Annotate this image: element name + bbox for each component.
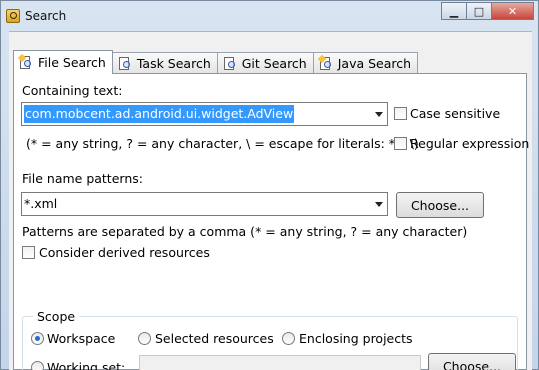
java-search-icon [317, 54, 334, 72]
scope-group: Scope Workspace Selected resources Enclo… [22, 309, 518, 370]
containing-text-hint: (* = any string, ? = any character, \ = … [26, 136, 419, 151]
tab-git-search[interactable]: Git Search [216, 52, 314, 74]
working-set-radio[interactable] [31, 361, 44, 370]
consider-derived-label: Consider derived resources [39, 245, 210, 260]
title-bar: Search ▁ □ ✕ [1, 1, 538, 31]
file-name-patterns-value: *.xml [24, 196, 58, 211]
chevron-down-icon[interactable] [375, 202, 383, 207]
search-dialog: Search ▁ □ ✕ File Search Task Search Git… [0, 0, 539, 370]
git-search-icon [222, 56, 238, 72]
file-search-panel: Containing text: com.mobcent.ad.android.… [13, 73, 530, 370]
window-controls: ▁ □ ✕ [441, 2, 534, 22]
task-search-icon [117, 56, 133, 72]
file-name-patterns-label: File name patterns: [22, 171, 143, 186]
tab-label: Java Search [337, 56, 412, 71]
containing-text-label: Containing text: [22, 83, 123, 98]
case-sensitive-checkbox[interactable] [394, 107, 407, 120]
working-set-label: Working set: [47, 360, 126, 370]
workspace-label: Workspace [47, 331, 116, 346]
minimize-button[interactable]: ▁ [441, 2, 467, 20]
tab-java-search[interactable]: Java Search [312, 52, 419, 74]
containing-text-value: com.mobcent.ad.android.ui.widget.AdView [24, 105, 295, 123]
containing-text-combo[interactable]: com.mobcent.ad.android.ui.widget.AdView [21, 102, 388, 126]
chevron-down-icon[interactable] [375, 112, 383, 117]
regular-expression-checkbox[interactable] [394, 137, 407, 150]
file-name-patterns-combo[interactable]: *.xml [21, 192, 388, 216]
working-set-field[interactable] [139, 355, 421, 370]
tab-label: File Search [38, 55, 106, 70]
file-search-icon [17, 53, 34, 71]
working-set-choose-button[interactable]: Choose... [428, 353, 516, 370]
dialog-client-area: File Search Task Search Git Search Java … [9, 31, 532, 370]
selected-resources-radio[interactable] [138, 332, 151, 345]
enclosing-projects-label: Enclosing projects [299, 331, 413, 346]
consider-derived-checkbox[interactable] [22, 246, 35, 259]
search-window-icon [6, 9, 20, 23]
close-button[interactable]: ✕ [491, 2, 534, 20]
patterns-hint: Patterns are separated by a comma (* = a… [22, 224, 468, 239]
search-tabs: File Search Task Search Git Search Java … [13, 50, 419, 74]
patterns-choose-button[interactable]: Choose... [396, 192, 484, 218]
selected-resources-label: Selected resources [155, 331, 274, 346]
tab-label: Task Search [136, 56, 211, 71]
scope-title: Scope [33, 309, 80, 324]
case-sensitive-label: Case sensitive [410, 106, 501, 121]
maximize-button[interactable]: □ [466, 2, 492, 20]
tab-label: Git Search [241, 56, 307, 71]
workspace-radio[interactable] [31, 332, 44, 345]
enclosing-projects-radio[interactable] [282, 332, 295, 345]
window-title: Search [25, 9, 67, 23]
tab-file-search[interactable]: File Search [13, 50, 113, 74]
regular-expression-label: Regular expression [410, 136, 530, 151]
tab-task-search[interactable]: Task Search [111, 52, 218, 74]
